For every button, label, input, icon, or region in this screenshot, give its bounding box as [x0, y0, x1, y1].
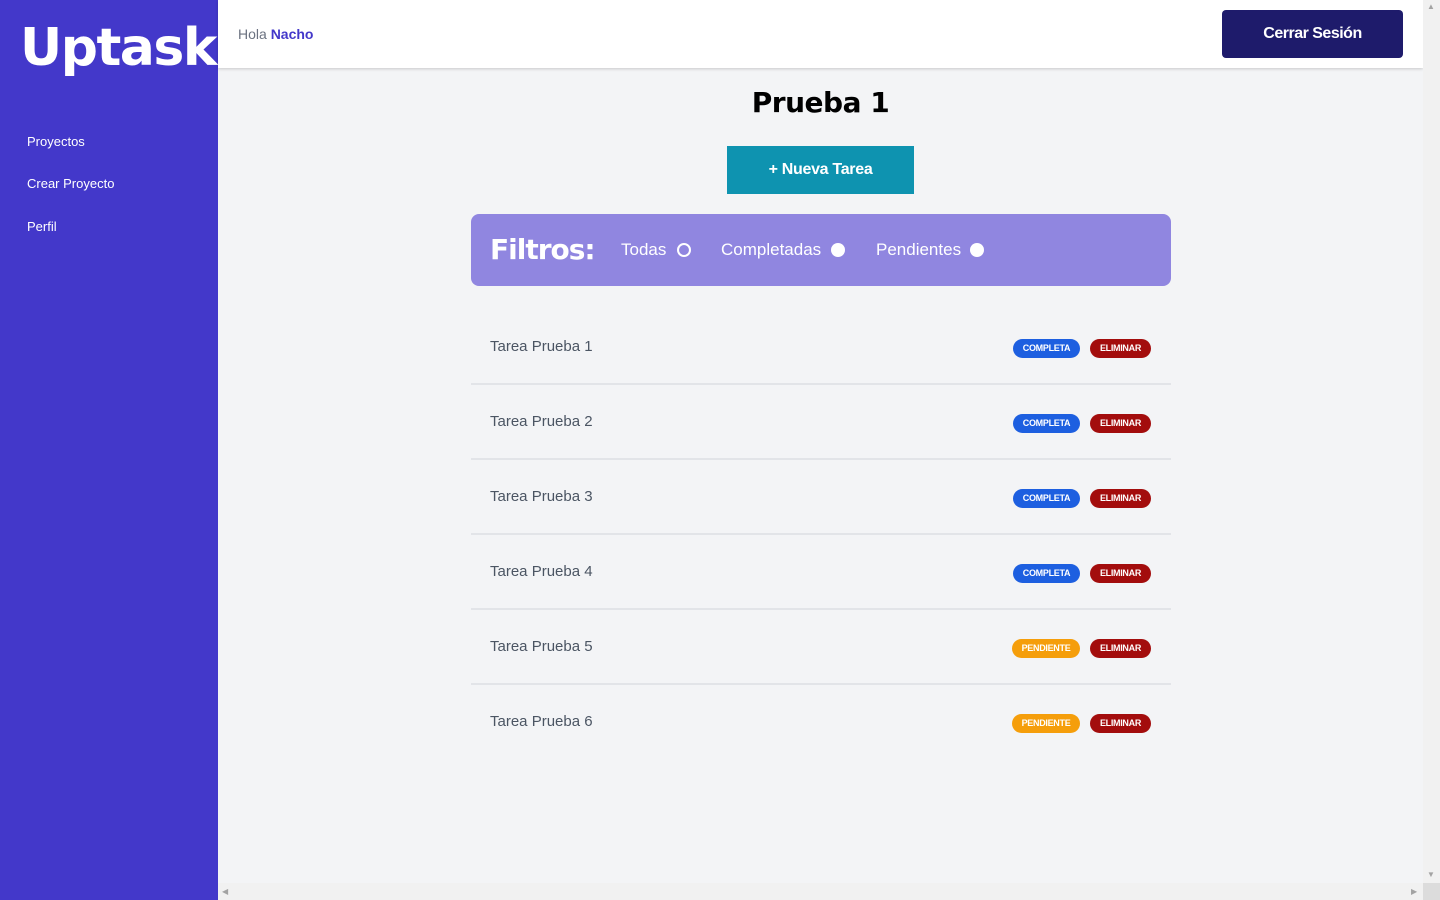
- delete-task-button[interactable]: Eliminar: [1090, 414, 1151, 433]
- task-row: Tarea Prueba 3 Completa Eliminar: [471, 460, 1171, 535]
- task-name: Tarea Prueba 5: [490, 638, 593, 655]
- horizontal-scrollbar[interactable]: ◀ ▶: [218, 883, 1423, 900]
- greeting: Hola Nacho: [238, 26, 313, 42]
- task-name: Tarea Prueba 3: [490, 488, 593, 505]
- status-toggle-button[interactable]: Completa: [1013, 564, 1080, 583]
- filter-radio-pendientes[interactable]: [970, 243, 984, 257]
- task-row: Tarea Prueba 6 Pendiente Eliminar: [471, 685, 1171, 760]
- vertical-scrollbar[interactable]: ▲ ▼: [1423, 0, 1440, 883]
- sidebar-item-perfil[interactable]: Perfil: [27, 219, 57, 234]
- status-toggle-button[interactable]: Completa: [1013, 489, 1080, 508]
- delete-task-button[interactable]: Eliminar: [1090, 714, 1151, 733]
- filter-label-completadas: Completadas: [721, 240, 822, 259]
- task-row: Tarea Prueba 2 Completa Eliminar: [471, 385, 1171, 460]
- scroll-down-arrow-icon[interactable]: ▼: [1427, 870, 1435, 880]
- task-name: Tarea Prueba 2: [490, 413, 593, 430]
- filter-radio-todas[interactable]: [677, 243, 691, 257]
- delete-task-button[interactable]: Eliminar: [1090, 339, 1151, 358]
- delete-task-button[interactable]: Eliminar: [1090, 489, 1151, 508]
- task-name: Tarea Prueba 4: [490, 563, 593, 580]
- filters-panel: Filtros: Todas Completadas Pendientes: [471, 214, 1171, 286]
- task-row: Tarea Prueba 4 Completa Eliminar: [471, 535, 1171, 610]
- delete-task-button[interactable]: Eliminar: [1090, 639, 1151, 658]
- status-toggle-button[interactable]: Completa: [1013, 414, 1080, 433]
- scroll-left-arrow-icon[interactable]: ◀: [222, 887, 228, 897]
- delete-task-button[interactable]: Eliminar: [1090, 564, 1151, 583]
- top-bar: Hola Nacho Cerrar Sesión: [218, 0, 1423, 68]
- new-task-button[interactable]: + Nueva Tarea: [727, 146, 914, 194]
- scroll-right-arrow-icon[interactable]: ▶: [1411, 887, 1417, 897]
- filters-title: Filtros:: [490, 233, 596, 266]
- project-title: Prueba 1: [751, 86, 890, 119]
- sidebar-item-proyectos[interactable]: Proyectos: [27, 134, 85, 149]
- status-toggle-button[interactable]: Pendiente: [1012, 639, 1080, 658]
- sidebar-item-crear-proyecto[interactable]: Crear Proyecto: [27, 176, 114, 191]
- scrollbar-corner: [1423, 883, 1440, 900]
- filter-label-todas: Todas: [621, 240, 667, 259]
- filter-radio-completadas[interactable]: [831, 243, 845, 257]
- logout-button[interactable]: Cerrar Sesión: [1222, 10, 1403, 58]
- scroll-up-arrow-icon[interactable]: ▲: [1427, 2, 1435, 12]
- username: Nacho: [270, 26, 314, 42]
- filter-label-pendientes: Pendientes: [876, 240, 962, 259]
- main-content: Hola Nacho Cerrar Sesión Prueba 1 + Nuev…: [218, 0, 1423, 883]
- task-name: Tarea Prueba 1: [490, 338, 593, 355]
- task-row: Tarea Prueba 1 Completa Eliminar: [471, 310, 1171, 385]
- greeting-prefix: Hola: [238, 26, 267, 42]
- task-name: Tarea Prueba 6: [490, 713, 593, 730]
- sidebar: Uptask Proyectos Crear Proyecto Perfil: [0, 0, 218, 900]
- status-toggle-button[interactable]: Pendiente: [1012, 714, 1080, 733]
- app-logo: Uptask: [20, 18, 217, 78]
- task-row: Tarea Prueba 5 Pendiente Eliminar: [471, 610, 1171, 685]
- task-list: Tarea Prueba 1 Completa Eliminar Tarea P…: [471, 310, 1171, 760]
- status-toggle-button[interactable]: Completa: [1013, 339, 1080, 358]
